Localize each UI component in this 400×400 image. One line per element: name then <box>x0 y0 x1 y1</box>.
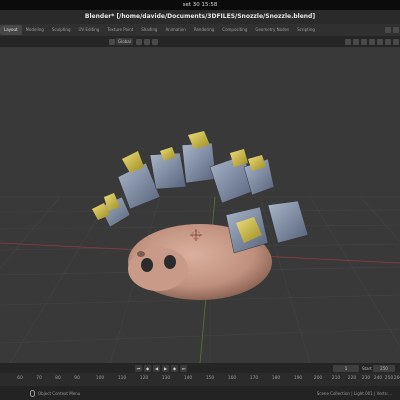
tab-uv-editing[interactable]: UV Editing <box>75 25 104 35</box>
tab-rendering[interactable]: Rendering <box>190 25 218 35</box>
ruler-tick: 140 <box>183 376 193 381</box>
scene-selector-icon[interactable] <box>385 27 391 33</box>
tab-texture-paint[interactable]: Texture Paint <box>103 25 137 35</box>
tab-layout[interactable]: Layout <box>0 25 22 35</box>
timeline-header: ⏮ ◆ ◀ ▶ ◆ ⏭ 1 Start 250 <box>0 363 400 373</box>
tab-sculpting[interactable]: Sculpting <box>48 25 75 35</box>
hedgehog-eye-left <box>141 258 153 272</box>
ruler-tick: 180 <box>271 376 281 381</box>
start-frame-label: Start <box>362 365 372 371</box>
ruler-tick: 220 <box>347 376 357 381</box>
snap-icon[interactable] <box>135 38 142 45</box>
shading-solid-icon[interactable] <box>377 38 383 45</box>
hedgehog-model <box>92 131 309 300</box>
hedgehog-nose <box>137 251 145 257</box>
status-hint: Object Context Menu <box>38 390 81 396</box>
timeline-ruler[interactable]: 60 70 80 90 100 110 120 130 140 150 160 … <box>0 373 400 386</box>
ruler-tick: 210 <box>331 376 341 381</box>
gizmo-icon[interactable] <box>353 38 359 45</box>
jump-end-icon[interactable]: ⏭ <box>180 364 187 372</box>
ruler-tick: 80 <box>55 376 61 381</box>
ruler-tick: 100 <box>95 376 105 381</box>
ruler-tick: 130 <box>161 376 171 381</box>
play-icon[interactable]: ▶ <box>162 364 169 372</box>
xray-icon[interactable] <box>369 38 375 45</box>
tab-shading[interactable]: Shading <box>137 25 161 35</box>
window-title: Blender* [/home/davide/Documents/3DFILES… <box>84 13 316 20</box>
end-frame-field[interactable]: 250 <box>373 364 395 372</box>
ruler-tick: 110 <box>117 376 127 381</box>
tab-compositing[interactable]: Compositing <box>218 25 251 35</box>
workspace-tab-bar: Layout Modeling Sculpting UV Editing Tex… <box>0 24 400 36</box>
ruler-tick: 250 <box>384 376 394 381</box>
overlay-icon[interactable] <box>361 38 367 45</box>
ruler-tick: 240 <box>373 376 383 381</box>
hedgehog-eye-right <box>164 255 176 269</box>
ruler-tick: 190 <box>293 376 303 381</box>
mouse-right-icon <box>30 389 35 397</box>
proportional-edit-icon[interactable] <box>151 38 158 45</box>
ruler-tick: 230 <box>361 376 371 381</box>
ruler-tick: 60 <box>17 376 23 381</box>
system-clock: set 30 15:58 <box>182 2 218 8</box>
ruler-tick: 70 <box>36 376 42 381</box>
ruler-tick: 200 <box>313 376 323 381</box>
jump-start-icon[interactable]: ⏮ <box>135 364 142 372</box>
view-layer-icon[interactable] <box>393 27 399 33</box>
ruler-tick: 150 <box>205 376 215 381</box>
window-title-bar: Blender* [/home/davide/Documents/3DFILES… <box>0 10 400 24</box>
shading-rendered-icon[interactable] <box>393 38 399 45</box>
visibility-icon[interactable] <box>345 38 351 45</box>
ruler-tick: 90 <box>74 376 80 381</box>
ruler-tick: 160 <box>227 376 237 381</box>
ruler-tick: 260 <box>393 376 400 381</box>
status-bar: Object Context Menu Scene Collection | L… <box>0 386 400 400</box>
current-frame-field[interactable]: 1 <box>333 364 359 372</box>
tab-scripting[interactable]: Scripting <box>293 25 319 35</box>
playback-controls: ⏮ ◆ ◀ ▶ ◆ ⏭ <box>135 364 187 372</box>
tab-animation[interactable]: Animation <box>161 25 189 35</box>
keyframe-prev-icon[interactable]: ◆ <box>144 364 151 372</box>
tab-geometry-nodes[interactable]: Geometry Nodes <box>251 25 293 35</box>
tab-modeling[interactable]: Modeling <box>22 25 48 35</box>
ruler-tick: 120 <box>139 376 149 381</box>
play-reverse-icon[interactable]: ◀ <box>153 364 160 372</box>
transform-pivot-icon[interactable] <box>109 38 115 45</box>
keyframe-next-icon[interactable]: ◆ <box>171 364 178 372</box>
snap-target-icon[interactable] <box>143 38 150 45</box>
ruler-tick: 170 <box>249 376 259 381</box>
shading-material-icon[interactable] <box>385 38 391 45</box>
3d-viewport[interactable] <box>0 47 400 363</box>
system-top-bar: set 30 15:58 <box>0 0 400 10</box>
viewport-header: Global <box>0 36 400 47</box>
status-info: Scene Collection | Light.001 | Verts:... <box>316 390 392 396</box>
viewport-scene <box>0 131 400 363</box>
transform-orientation-dropdown[interactable]: Global <box>116 38 133 45</box>
